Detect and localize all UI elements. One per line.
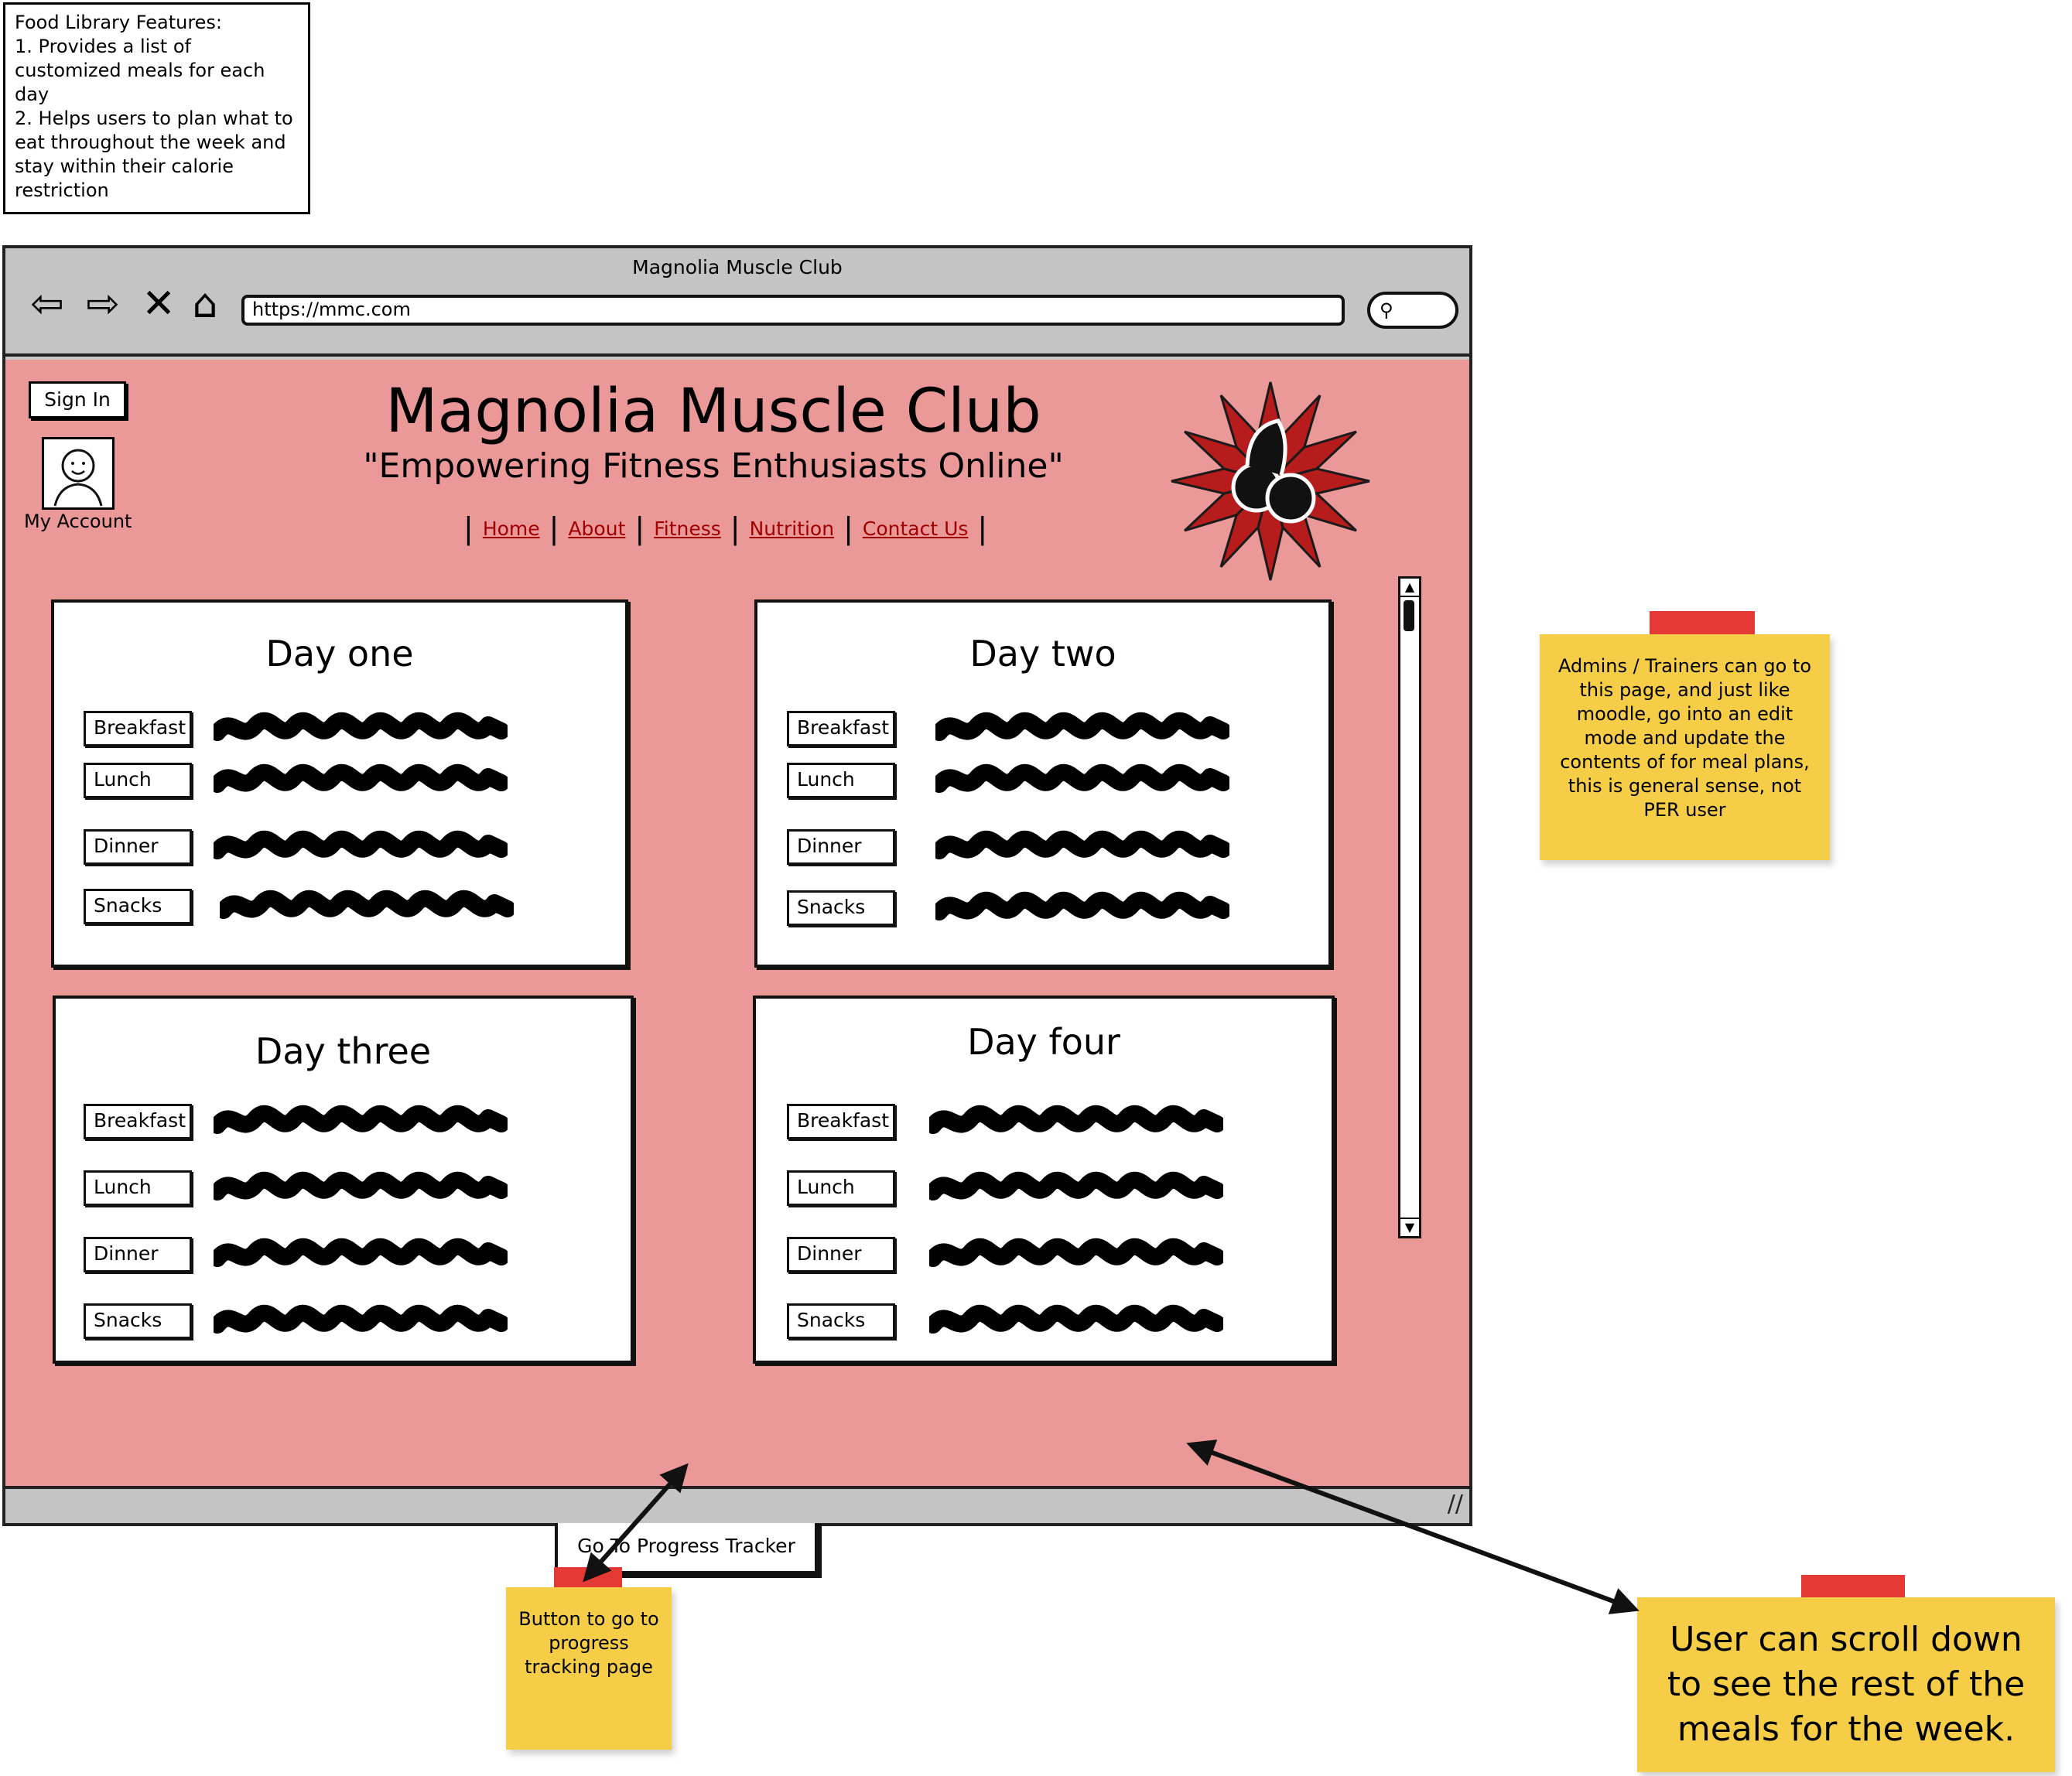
day-card: Day one Breakfast Lunch Dinner Snacks bbox=[51, 599, 628, 968]
features-note-heading: Food Library Features: bbox=[15, 12, 223, 33]
site-tagline: "Empowering Fitness Enthusiasts Online" bbox=[363, 446, 1064, 486]
meal-content-redacted bbox=[929, 1238, 1223, 1267]
meal-content-redacted bbox=[214, 1105, 508, 1134]
search-box[interactable]: ⚲ bbox=[1367, 292, 1458, 329]
forward-icon[interactable]: ⇨ bbox=[81, 282, 125, 326]
meal-content-redacted bbox=[929, 1105, 1223, 1134]
meal-label-snacks[interactable]: Snacks bbox=[84, 889, 192, 924]
day-card: Day two Breakfast Lunch Dinner Snacks bbox=[754, 599, 1332, 968]
meal-label-breakfast[interactable]: Breakfast bbox=[84, 711, 192, 746]
scroll-thumb[interactable] bbox=[1404, 600, 1414, 631]
meal-content-redacted bbox=[929, 1171, 1223, 1201]
meal-content-redacted bbox=[929, 1304, 1223, 1334]
resize-grip-icon[interactable]: // bbox=[1448, 1491, 1463, 1518]
day-title: Day two bbox=[969, 633, 1116, 675]
meal-label-snacks[interactable]: Snacks bbox=[84, 1303, 192, 1339]
browser-window: Magnolia Muscle Club ⇦ ⇨ ✕ ⌂ https://mmc… bbox=[2, 245, 1472, 1574]
meal-label-snacks[interactable]: Snacks bbox=[787, 890, 895, 926]
meal-label-lunch[interactable]: Lunch bbox=[787, 763, 895, 798]
day-card: Day four Breakfast Lunch Dinner Snacks bbox=[753, 996, 1335, 1364]
scroll-up-arrow-icon[interactable]: ▲ bbox=[1400, 579, 1419, 597]
admin-edit-sticky-note: Admins / Trainers can go to this page, a… bbox=[1540, 634, 1830, 860]
meal-label-breakfast[interactable]: Breakfast bbox=[787, 711, 895, 746]
day-title: Day one bbox=[265, 633, 414, 675]
my-account-label[interactable]: My Account bbox=[24, 511, 132, 532]
meal-label-lunch[interactable]: Lunch bbox=[787, 1170, 895, 1206]
meal-content-redacted bbox=[220, 890, 514, 919]
nav-nutrition-link[interactable]: Nutrition bbox=[750, 517, 834, 540]
url-bar[interactable]: https://mmc.com bbox=[241, 295, 1345, 326]
meal-content-redacted bbox=[214, 1238, 508, 1267]
scroll-down-arrow-icon[interactable]: ▼ bbox=[1400, 1218, 1419, 1236]
stop-icon[interactable]: ✕ bbox=[137, 282, 180, 326]
features-note-item-1: 1. Provides a list of customized meals f… bbox=[15, 36, 265, 105]
day-card: Day three Breakfast Lunch Dinner Snacks bbox=[53, 996, 634, 1364]
meal-content-redacted bbox=[935, 763, 1229, 793]
meal-label-snacks[interactable]: Snacks bbox=[787, 1303, 895, 1339]
sign-in-button[interactable]: Sign In bbox=[29, 381, 126, 418]
nav-home-link[interactable]: Home bbox=[483, 517, 540, 540]
day-title: Day three bbox=[255, 1030, 432, 1072]
meal-content-redacted bbox=[214, 712, 508, 741]
meal-content-redacted bbox=[214, 763, 508, 793]
features-note-item-2: 2. Helps users to plan what to eat throu… bbox=[15, 108, 293, 201]
nav-fitness-link[interactable]: Fitness bbox=[654, 517, 721, 540]
meal-content-redacted bbox=[214, 1171, 508, 1201]
avatar[interactable] bbox=[42, 437, 115, 510]
meal-label-breakfast[interactable]: Breakfast bbox=[787, 1104, 895, 1139]
meal-content-redacted bbox=[935, 891, 1229, 920]
back-icon[interactable]: ⇦ bbox=[26, 282, 69, 326]
page-content: Sign In My Account Magnolia Muscle Club … bbox=[5, 360, 1469, 1574]
progress-button-sticky-note: Button to go to progress tracking page bbox=[506, 1587, 672, 1750]
page-scrollbar[interactable]: ▲ ▼ bbox=[1398, 576, 1421, 1238]
meal-label-dinner[interactable]: Dinner bbox=[787, 829, 895, 865]
features-note: Food Library Features: 1. Provides a lis… bbox=[3, 2, 310, 214]
window-title: Magnolia Muscle Club bbox=[632, 256, 843, 278]
meal-label-dinner[interactable]: Dinner bbox=[84, 829, 192, 865]
meal-label-lunch[interactable]: Lunch bbox=[84, 1170, 192, 1206]
browser-statusbar: // bbox=[5, 1486, 1469, 1523]
day-title: Day four bbox=[967, 1021, 1120, 1063]
browser-titlebar: Magnolia Muscle Club ⇦ ⇨ ✕ ⌂ https://mmc… bbox=[5, 248, 1469, 357]
meal-label-breakfast[interactable]: Breakfast bbox=[84, 1104, 192, 1139]
scroll-sticky-note: User can scroll down to see the rest of … bbox=[1637, 1597, 2055, 1772]
meal-label-dinner[interactable]: Dinner bbox=[84, 1237, 192, 1272]
site-title: Magnolia Muscle Club bbox=[385, 377, 1041, 446]
meal-content-redacted bbox=[214, 1304, 508, 1334]
main-nav: | Home | About | Fitness | Nutrition | C… bbox=[463, 511, 988, 545]
progress-tracker-button[interactable]: Go To Progress Tracker bbox=[555, 1520, 818, 1574]
meal-label-dinner[interactable]: Dinner bbox=[787, 1237, 895, 1272]
meal-label-lunch[interactable]: Lunch bbox=[84, 763, 192, 798]
nav-contact-link[interactable]: Contact Us bbox=[863, 517, 969, 540]
magnolia-logo bbox=[1171, 381, 1370, 581]
nav-about-link[interactable]: About bbox=[568, 517, 625, 540]
meal-content-redacted bbox=[214, 830, 508, 859]
meal-content-redacted bbox=[935, 830, 1229, 859]
home-icon[interactable]: ⌂ bbox=[183, 282, 227, 326]
meal-content-redacted bbox=[935, 712, 1229, 741]
search-icon: ⚲ bbox=[1380, 299, 1393, 321]
